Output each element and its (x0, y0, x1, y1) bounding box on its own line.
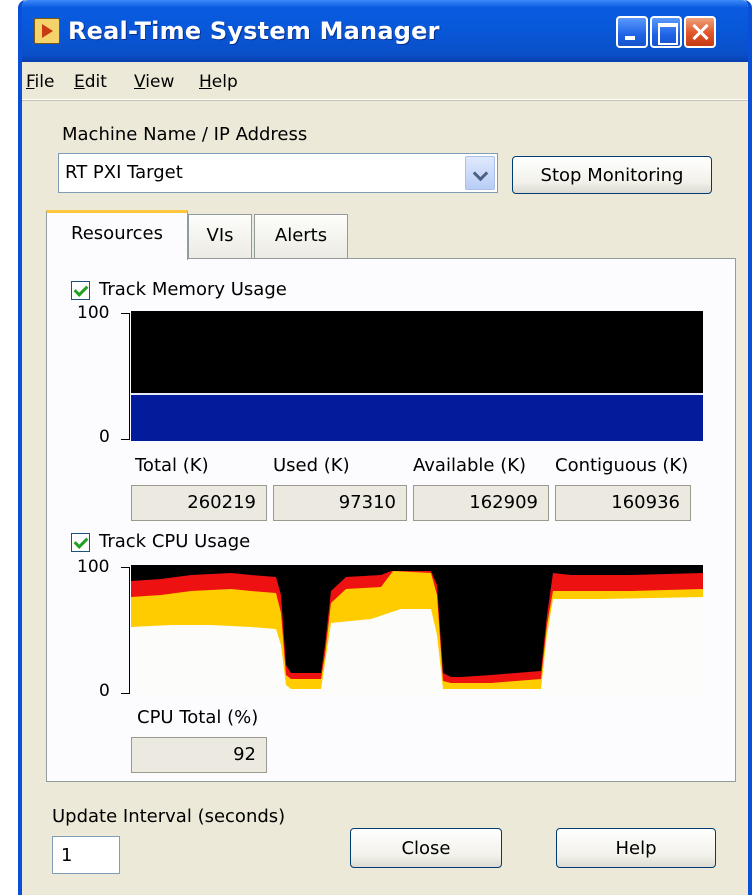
stop-monitoring-button[interactable]: Stop Monitoring (512, 156, 712, 194)
track-memory-label: Track Memory Usage (99, 279, 287, 300)
update-interval-label: Update Interval (seconds) (52, 806, 286, 827)
cpu-total-value: 92 (131, 737, 267, 773)
memory-used-value: 97310 (273, 485, 407, 521)
machine-name-value: RT PXI Target (65, 162, 183, 183)
menu-help[interactable]: Help (199, 72, 238, 92)
dropdown-arrow-icon[interactable] (465, 156, 495, 190)
help-button[interactable]: Help (556, 828, 716, 868)
menu-edit[interactable]: Edit (74, 72, 107, 92)
machine-name-combo[interactable]: RT PXI Target (58, 153, 498, 193)
menu-help-accel: H (199, 72, 212, 92)
close-window-button[interactable] (684, 16, 716, 48)
memory-total-value: 260219 (131, 485, 267, 521)
memory-usage-chart (131, 311, 703, 441)
tab-vis-label: VIs (206, 225, 234, 246)
menu-view[interactable]: View (134, 72, 174, 92)
title-bar[interactable]: Real-Time System Manager (22, 0, 748, 62)
cpu-total-label: CPU Total (%) (137, 707, 259, 728)
cpu-y-min-tick (121, 693, 129, 694)
tab-alerts[interactable]: Alerts (254, 214, 348, 258)
track-memory-checkbox[interactable] (71, 281, 90, 300)
tab-vis[interactable]: VIs (188, 214, 252, 258)
memory-y-max-tick (121, 313, 129, 314)
tab-resources-label: Resources (71, 223, 163, 244)
memory-y-axis (129, 313, 130, 440)
maximize-button[interactable] (650, 16, 682, 48)
tab-resources[interactable]: Resources (46, 210, 188, 260)
menu-file-accel: F (26, 72, 35, 92)
resources-panel: Track Memory Usage 100 0 Total (K) Used … (46, 258, 736, 782)
cpu-usage-chart (131, 565, 703, 695)
memory-contiguous-value: 160936 (555, 485, 691, 521)
menu-view-accel: V (134, 72, 146, 92)
memory-used-header: Used (K) (273, 455, 350, 476)
memory-contiguous-header: Contiguous (K) (555, 455, 689, 476)
menu-edit-accel: E (74, 72, 85, 92)
cpu-y-max-tick (121, 567, 129, 568)
menu-file[interactable]: File (26, 72, 54, 92)
tab-alerts-label: Alerts (274, 225, 328, 246)
close-button[interactable]: Close (350, 828, 502, 868)
close-button-label: Close (401, 838, 451, 859)
labview-app-icon (34, 18, 60, 44)
memory-available-value: 162909 (413, 485, 549, 521)
menu-help-label: elp (211, 72, 238, 92)
cpu-y-max-label: 100 (77, 557, 110, 577)
stop-monitoring-label: Stop Monitoring (540, 165, 684, 186)
minimize-button[interactable] (616, 16, 648, 48)
menu-edit-label: dit (84, 72, 107, 92)
update-interval-input[interactable]: 1 (52, 836, 120, 874)
memory-y-min-tick (121, 439, 129, 440)
help-button-label: Help (615, 838, 657, 859)
menu-bar: File Edit View Help (22, 62, 748, 100)
memory-y-max-label: 100 (77, 303, 110, 323)
memory-available-header: Available (K) (413, 455, 527, 476)
cpu-y-axis (129, 567, 130, 694)
memory-y-min-label: 0 (99, 427, 110, 447)
memory-total-header: Total (K) (135, 455, 209, 476)
rt-system-manager-window: Real-Time System Manager File Edit View … (18, 0, 752, 895)
menu-view-label: iew (145, 72, 175, 92)
track-cpu-label: Track CPU Usage (99, 531, 251, 552)
cpu-usage-graph (131, 571, 703, 695)
track-cpu-checkbox[interactable] (71, 533, 90, 552)
machine-name-label: Machine Name / IP Address (62, 124, 308, 145)
menu-file-label: ile (34, 72, 55, 92)
window-title: Real-Time System Manager (68, 17, 440, 45)
memory-used-area (131, 392, 703, 441)
cpu-y-min-label: 0 (99, 681, 110, 701)
